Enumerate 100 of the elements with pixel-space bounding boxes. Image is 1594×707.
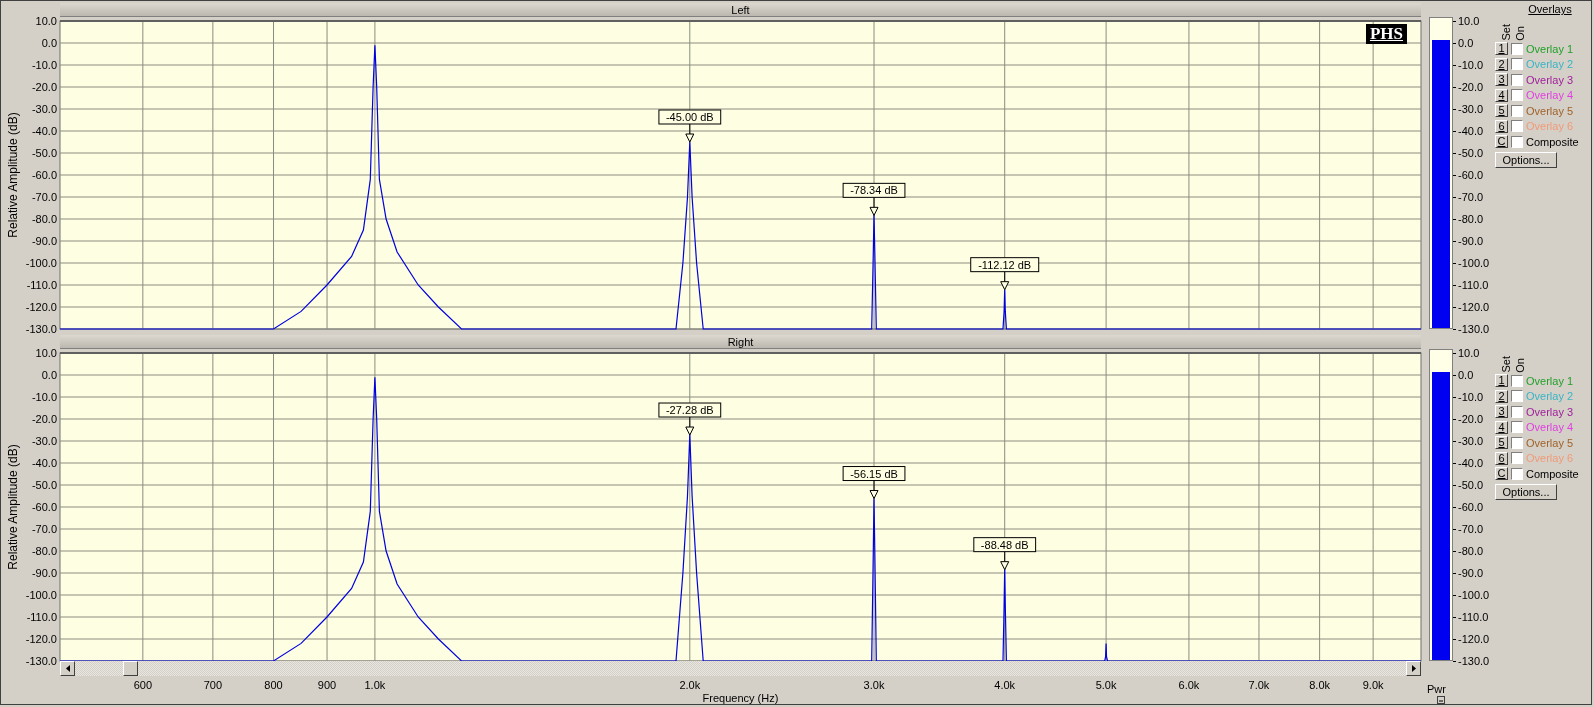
set-button[interactable]: 5 [1495,436,1508,450]
y-axis-title: Relative Amplitude (dB) [6,444,20,570]
x-axis-title: Frequency (Hz) [702,692,779,704]
meter-scale-label: -70.0 [1453,524,1484,535]
chart-title: Left [60,3,1421,17]
peak-pointer-icon [1000,551,1010,571]
overlay-name: Composite [1526,135,1579,148]
peak-pointer-icon [1000,271,1010,291]
checkbox[interactable] [1511,421,1523,434]
checkbox[interactable] [1511,42,1523,55]
set-button[interactable]: 3 [1495,405,1508,419]
overlay-name: Overlay 1 [1526,42,1574,55]
checkbox[interactable] [1511,135,1523,148]
left-arrow-icon [65,665,70,672]
set-button[interactable]: 4 [1495,420,1508,434]
overlay-name: Overlay 3 [1526,405,1574,418]
overlay-name: Overlay 2 [1526,58,1574,71]
overlay-name: Overlay 4 [1526,421,1574,434]
overlays-heading: Overlays [1528,3,1572,17]
checkbox[interactable] [1511,58,1523,71]
checkbox[interactable] [1511,374,1523,387]
meter-scale-label: -40.0 [1453,458,1484,469]
peak-pointer-icon [869,480,879,500]
meter-scale-label: -10.0 [1453,60,1484,71]
meter-scale-label: -130.0 [1453,324,1490,335]
meter-scale-label: -10.0 [1453,392,1484,403]
meter-scale-label: -130.0 [1453,656,1490,667]
chart-title: Right [60,335,1421,349]
y-tick-label: -10.0 [31,59,57,71]
set-button[interactable]: 6 [1495,119,1508,133]
peak-label: -27.28 dB [658,402,722,418]
x-tick-label: 8.0k [1309,679,1330,691]
meter-scale-label: -20.0 [1453,414,1484,425]
checkbox[interactable] [1511,390,1523,403]
set-button[interactable]: 4 [1495,88,1508,102]
x-tick-label: 4.0k [994,679,1016,691]
checkbox[interactable] [1511,436,1523,449]
scroll-left-button[interactable] [60,661,75,676]
meter-scale-label: -40.0 [1453,126,1484,137]
set-button[interactable]: 2 [1495,389,1508,403]
checkbox[interactable] [1511,89,1523,102]
overlay-name: Composite [1526,467,1579,480]
meter-scale-label: -80.0 [1453,214,1484,225]
checkbox[interactable] [1511,73,1523,86]
meter-scale-label: -100.0 [1453,258,1490,269]
meter-scale-label: -20.0 [1453,82,1484,93]
y-tick-label: -100.0 [25,257,57,269]
x-tick-label: 9.0k [1362,679,1384,691]
y-tick-label: -80.0 [31,545,57,557]
x-tick-label: 700 [203,679,223,691]
y-tick-label: -40.0 [31,457,57,469]
meter-scale-label: -30.0 [1453,104,1484,115]
set-button[interactable]: 1 [1495,42,1508,56]
meter-scale-label: 10.0 [1453,16,1480,27]
set-button[interactable]: C [1495,467,1508,481]
peak-pointer-icon [869,196,879,216]
y-tick-label: 10.0 [35,15,57,27]
y-tick-label: 0.0 [41,369,57,381]
options-button[interactable]: Options... [1495,151,1557,168]
peak-label: -45.00 dB [658,109,722,125]
overlay-name: Overlay 5 [1526,104,1574,117]
meter-scale-label: -110.0 [1453,280,1489,291]
y-tick-label: -70.0 [31,523,57,535]
set-button[interactable]: C [1495,135,1508,149]
y-tick-label: -120.0 [25,633,57,645]
peak-pointer-icon [685,123,695,143]
scroll-thumb[interactable] [123,661,138,676]
y-axis-title: Relative Amplitude (dB) [6,112,20,238]
options-button[interactable]: Options... [1495,483,1557,500]
checkbox[interactable] [1511,120,1523,133]
x-tick-label: 3.0k [863,679,885,691]
set-button[interactable]: 1 [1495,374,1508,388]
y-tick-label: -80.0 [31,213,57,225]
logo: PHS [1365,24,1407,44]
checkbox[interactable] [1511,104,1523,117]
peak-label: -112.12 dB [970,257,1040,273]
y-tick-label: -60.0 [31,169,57,181]
x-tick-label: 600 [133,679,152,691]
checkbox[interactable] [1511,405,1523,418]
checkbox[interactable] [1511,467,1523,480]
meter-label: Pwr [1427,682,1446,696]
x-tick-label: 7.0k [1248,679,1270,691]
set-button[interactable]: 3 [1495,73,1508,87]
y-tick-label: 10.0 [35,347,57,359]
y-tick-label: -90.0 [31,567,57,579]
set-button[interactable]: 6 [1495,451,1508,465]
scroll-right-button[interactable] [1406,661,1421,676]
meter-scale-label: -110.0 [1453,612,1489,623]
set-button[interactable]: 5 [1495,104,1508,118]
checkbox[interactable] [1511,452,1523,465]
overlay-name: Overlay 6 [1526,120,1574,133]
peak-pointer-icon [685,416,695,436]
column-header: On [1515,358,1526,373]
right-arrow-icon [1411,665,1416,672]
x-tick-label: 5.0k [1095,679,1117,691]
meter-scale-label: 0.0 [1453,38,1474,49]
y-tick-label: -110.0 [26,279,57,291]
x-tick-label: 2.0k [679,679,701,691]
peak-label: -56.15 dB [842,466,906,482]
set-button[interactable]: 2 [1495,57,1508,71]
